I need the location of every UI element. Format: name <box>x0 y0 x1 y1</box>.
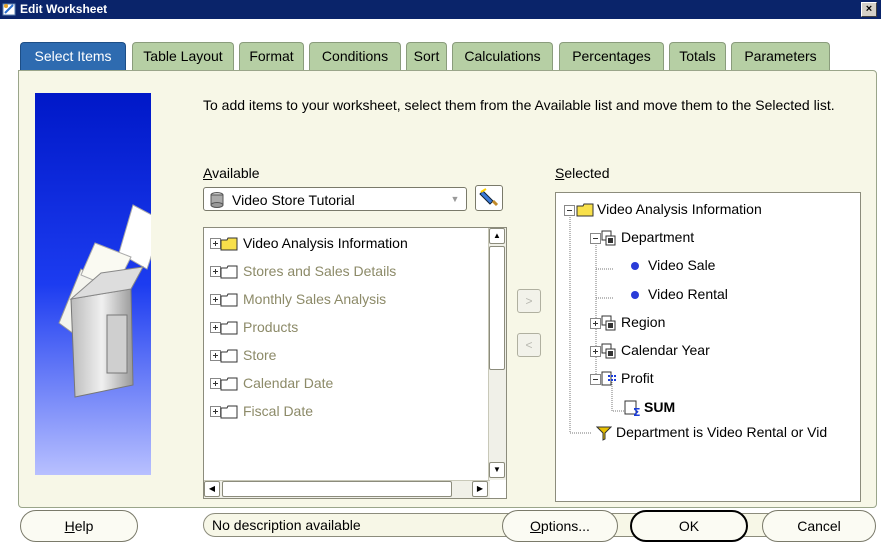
scroll-right-button[interactable]: ▶ <box>472 481 488 497</box>
scroll-thumb[interactable] <box>222 481 452 497</box>
folder-icon <box>220 265 238 279</box>
worksheet-app-icon <box>2 3 16 16</box>
vertical-scrollbar[interactable]: ▲ ▼ <box>488 228 506 480</box>
tab-select-items[interactable]: Select Items <box>20 42 126 70</box>
flashlight-icon <box>479 188 499 207</box>
bullet-icon <box>631 291 639 299</box>
collapse-icon[interactable] <box>590 233 601 244</box>
chevron-down-icon: ▼ <box>450 194 460 204</box>
folder-icon <box>220 321 238 335</box>
sum-icon: Σ <box>624 400 641 417</box>
folder-icon <box>220 237 238 251</box>
help-button[interactable]: Help <box>20 510 138 542</box>
options-button[interactable]: Options... <box>502 510 618 542</box>
tab-parameters[interactable]: Parameters <box>731 42 830 70</box>
tab-sort[interactable]: Sort <box>406 42 447 70</box>
folder-icon <box>220 293 238 307</box>
dimension-icon <box>601 343 616 359</box>
dimension-icon <box>601 230 616 246</box>
bullet-icon <box>631 262 639 270</box>
instructions-text: To add items to your worksheet, select t… <box>203 97 835 113</box>
scroll-left-button[interactable]: ◀ <box>204 481 220 497</box>
dropdown-value: Video Store Tutorial <box>232 192 355 208</box>
folder-icon <box>220 405 238 419</box>
add-item-button[interactable]: > <box>517 289 541 313</box>
filter-icon <box>596 426 612 441</box>
available-items-list[interactable]: Video Analysis Information Stores and Sa… <box>203 227 507 499</box>
horizontal-scrollbar[interactable]: ◀ ▶ <box>204 480 490 498</box>
folder-icon <box>220 377 238 391</box>
available-label: Available <box>203 165 260 181</box>
select-items-panel: To add items to your worksheet, select t… <box>18 70 877 537</box>
tab-totals[interactable]: Totals <box>669 42 726 70</box>
folder-open-icon <box>576 203 594 217</box>
tab-calculations[interactable]: Calculations <box>452 42 553 70</box>
window-title: Edit Worksheet <box>20 2 108 16</box>
selected-label: Selected <box>555 165 610 181</box>
tab-format[interactable]: Format <box>239 42 304 70</box>
scroll-thumb[interactable] <box>489 246 505 370</box>
close-button[interactable]: × <box>861 2 877 17</box>
scroll-up-button[interactable]: ▲ <box>489 228 505 244</box>
find-items-button[interactable] <box>475 185 503 211</box>
selected-items-tree[interactable]: Video Analysis Information Department Vi… <box>555 192 861 502</box>
business-area-dropdown[interactable]: Video Store Tutorial ▼ <box>203 187 467 211</box>
svg-text:Σ: Σ <box>633 406 641 417</box>
title-bar: Edit Worksheet × <box>0 0 881 19</box>
dimension-icon <box>601 315 616 331</box>
ok-button[interactable]: OK <box>630 510 748 542</box>
expand-icon[interactable] <box>590 346 601 357</box>
remove-item-button[interactable]: < <box>517 333 541 357</box>
file-cabinet-illustration <box>35 93 151 475</box>
scroll-down-button[interactable]: ▼ <box>489 462 505 478</box>
expand-icon[interactable] <box>590 318 601 329</box>
measure-icon <box>601 371 616 386</box>
cancel-button[interactable]: Cancel <box>762 510 876 542</box>
collapse-icon[interactable] <box>564 205 575 216</box>
collapse-icon[interactable] <box>590 374 601 385</box>
edit-worksheet-dialog: Select Items Table Layout Format Conditi… <box>0 19 881 556</box>
folder-icon <box>220 349 238 363</box>
tab-percentages[interactable]: Percentages <box>559 42 664 70</box>
tab-conditions[interactable]: Conditions <box>309 42 401 70</box>
tab-table-layout[interactable]: Table Layout <box>132 42 234 70</box>
database-icon <box>210 192 224 208</box>
